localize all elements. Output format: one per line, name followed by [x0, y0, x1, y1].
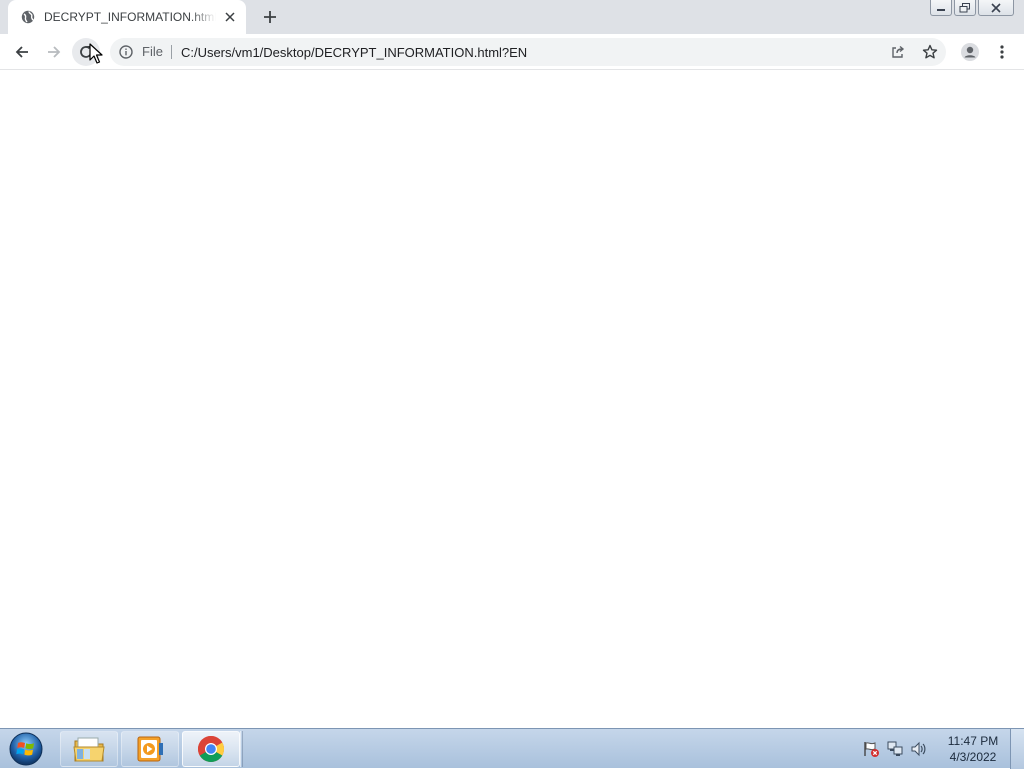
address-bar-actions	[888, 42, 940, 62]
window-controls	[930, 0, 1014, 16]
minimize-icon	[937, 8, 945, 11]
clock-time: 11:47 PM	[947, 734, 999, 748]
start-button[interactable]	[4, 730, 48, 768]
globe-icon	[20, 9, 36, 25]
restore-icon	[959, 2, 970, 12]
restore-button[interactable]	[954, 0, 976, 16]
reload-button[interactable]	[72, 38, 100, 66]
share-icon[interactable]	[888, 42, 908, 62]
taskbar-clock[interactable]: 11:47 PM 4/3/2022	[940, 733, 1006, 765]
browser-toolbar: File C:/Users/vm1/Desktop/DECRYPT_INFORM…	[0, 34, 1024, 70]
close-window-icon	[991, 2, 1001, 13]
forward-arrow-icon	[48, 46, 61, 58]
back-arrow-icon	[15, 46, 28, 58]
clock-date: 4/3/2022	[949, 750, 997, 764]
tab-title: DECRYPT_INFORMATION.html?EN	[44, 10, 216, 24]
taskbar-separator	[240, 731, 243, 767]
browser-tab[interactable]: DECRYPT_INFORMATION.html?EN	[8, 0, 246, 34]
windows-orb-icon	[9, 732, 43, 766]
action-center-flag-icon[interactable]	[862, 740, 880, 758]
media-player-icon	[137, 736, 163, 762]
address-bar[interactable]: File C:/Users/vm1/Desktop/DECRYPT_INFORM…	[110, 38, 946, 66]
plus-icon	[264, 11, 276, 23]
taskbar-chrome-button[interactable]	[182, 731, 240, 767]
volume-icon[interactable]	[910, 740, 928, 758]
folder-icon	[73, 737, 105, 762]
bookmark-star-icon[interactable]	[920, 42, 940, 62]
close-tab-icon[interactable]	[222, 9, 238, 25]
kebab-menu-icon	[1000, 45, 1004, 59]
reload-icon	[80, 46, 92, 58]
new-tab-button[interactable]	[258, 5, 282, 29]
network-icon[interactable]	[886, 740, 904, 758]
profile-button[interactable]	[956, 38, 984, 66]
taskbar-explorer-button[interactable]	[60, 731, 118, 767]
minimize-button[interactable]	[930, 0, 952, 16]
system-tray	[862, 729, 928, 769]
back-button[interactable]	[8, 38, 36, 66]
profile-avatar-icon	[961, 43, 979, 61]
window-close-button[interactable]	[978, 0, 1014, 16]
menu-button[interactable]	[988, 38, 1016, 66]
url-scheme-label: File	[142, 45, 172, 59]
url-text[interactable]: C:/Users/vm1/Desktop/DECRYPT_INFORMATION…	[181, 45, 527, 60]
taskbar-media-player-button[interactable]	[121, 731, 179, 767]
chrome-icon	[197, 736, 225, 763]
taskbar: 11:47 PM 4/3/2022	[0, 728, 1024, 769]
page-content[interactable]	[0, 71, 1024, 728]
tab-strip: DECRYPT_INFORMATION.html?EN	[0, 0, 1024, 34]
show-desktop-button[interactable]	[1010, 729, 1024, 769]
forward-button[interactable]	[40, 38, 68, 66]
info-icon[interactable]	[118, 44, 134, 60]
